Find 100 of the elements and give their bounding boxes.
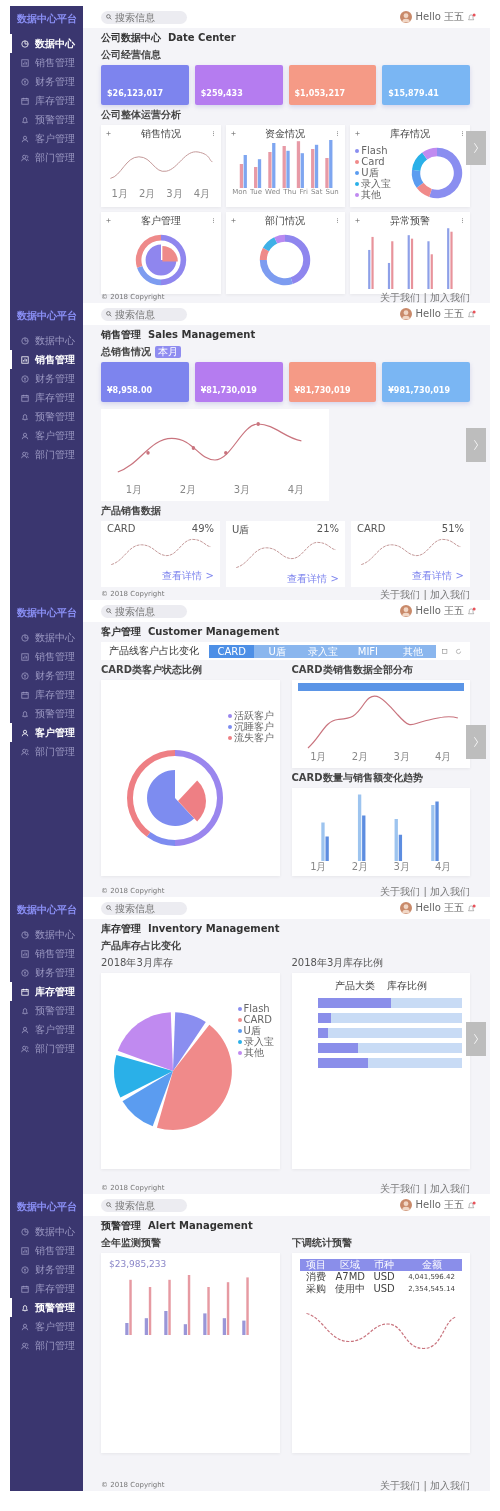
product-tab[interactable]: 其他 [390, 644, 437, 658]
axis-label: 3月 [393, 861, 410, 872]
bell-icon [21, 1303, 29, 1312]
search-icon [106, 311, 112, 317]
period-dropdown[interactable]: 本月 [155, 346, 181, 358]
nav-item[interactable]: 销售管理 [10, 1241, 83, 1260]
person-icon [21, 1025, 29, 1034]
nav-item[interactable]: 数据中心 [10, 925, 83, 944]
people-icon [21, 1341, 29, 1350]
nav-item[interactable]: 财务管理 [10, 1260, 83, 1279]
legend-label: 其他 [361, 189, 382, 200]
nav-item[interactable]: 库存管理 [10, 388, 83, 407]
nav-item[interactable]: 部门管理 [10, 148, 83, 167]
nav-item[interactable]: 部门管理 [10, 742, 83, 761]
axis-label: 4月 [435, 751, 452, 762]
notification-bell-icon[interactable] [467, 309, 476, 319]
plus-icon[interactable] [230, 131, 236, 136]
nav-item[interactable]: 部门管理 [10, 1039, 83, 1058]
chevron-right-icon [472, 140, 480, 156]
product-tab[interactable]: CARD [209, 644, 255, 658]
user-greeting[interactable]: Hello 王五 [415, 307, 464, 321]
nav-item[interactable]: 数据中心 [10, 1222, 83, 1241]
search-field[interactable]: 搜索信息 [101, 10, 187, 24]
footer-links[interactable]: 关于我们 | 加入我们 [380, 1182, 470, 1194]
legend-label: 其他 [243, 1047, 264, 1058]
legend-label: 沉睡客户 [233, 721, 274, 732]
calendar-icon [21, 690, 29, 699]
plus-icon[interactable] [106, 131, 111, 136]
legend-label: 活跃客户 [233, 710, 274, 721]
notification-bell-icon[interactable] [467, 12, 476, 22]
avatar[interactable] [400, 605, 413, 617]
product-tab[interactable]: 录入宝 [299, 644, 346, 658]
avatar[interactable] [400, 902, 413, 914]
axis-label: 2月 [179, 484, 197, 495]
nav-item[interactable]: 客户管理 [10, 129, 83, 148]
stat-value: $259,433 [200, 89, 243, 98]
nav-item[interactable]: 库存管理 [10, 91, 83, 110]
details-link[interactable]: 查看详情 > [287, 573, 339, 585]
more-icon[interactable] [210, 218, 216, 223]
plus-icon[interactable] [355, 218, 361, 223]
notification-bell-icon[interactable] [467, 903, 476, 913]
nav-item[interactable]: 客户管理 [10, 426, 83, 445]
nav-item[interactable]: 预警管理 [10, 110, 83, 129]
legend-label: CARD [243, 1014, 272, 1025]
more-icon[interactable] [460, 131, 465, 136]
people-icon [21, 450, 29, 459]
footer-links[interactable]: 关于我们 | 加入我们 [380, 1479, 470, 1491]
plus-icon[interactable] [106, 218, 111, 223]
nav-item[interactable]: 财务管理 [10, 369, 83, 388]
plus-icon[interactable] [230, 218, 236, 223]
refresh-icon[interactable] [455, 647, 462, 655]
chart-icon [21, 652, 29, 661]
notification-bell-icon[interactable] [467, 1200, 476, 1210]
footer-links[interactable]: 关于我们 | 加入我们 [380, 885, 470, 897]
nav-item[interactable]: 财务管理 [10, 963, 83, 982]
nav-item[interactable]: 预警管理 [10, 407, 83, 426]
nav-item[interactable]: 财务管理 [10, 72, 83, 91]
chevron-right-icon [472, 1031, 480, 1047]
avatar[interactable] [400, 1199, 413, 1211]
pie-icon [21, 633, 29, 642]
nav-item[interactable]: 销售管理 [10, 53, 83, 72]
nav-item[interactable]: 客户管理 [10, 1020, 83, 1039]
search-field[interactable]: 搜索信息 [101, 604, 187, 618]
nav-item[interactable]: 客户管理 [10, 1317, 83, 1336]
axis-label: 1月 [111, 188, 128, 199]
nav-item[interactable]: 预警管理 [10, 704, 83, 723]
nav-item[interactable]: 财务管理 [10, 666, 83, 685]
nav-item[interactable]: 数据中心 [10, 628, 83, 647]
nav-item[interactable]: 销售管理 [10, 647, 83, 666]
more-icon[interactable] [335, 131, 341, 136]
product-tab[interactable]: MIFI [345, 644, 391, 658]
nav-item[interactable]: 库存管理 [10, 1279, 83, 1298]
product-tab[interactable]: U盾 [254, 644, 300, 658]
footer-links[interactable]: 关于我们 | 加入我们 [380, 291, 470, 303]
user-greeting[interactable]: Hello 王五 [415, 901, 464, 915]
more-icon[interactable] [210, 131, 216, 136]
search-field[interactable]: 搜索信息 [101, 307, 187, 321]
details-link[interactable]: 查看详情 > [162, 570, 214, 582]
user-greeting[interactable]: Hello 王五 [415, 604, 464, 618]
nav-item[interactable]: 预警管理 [10, 1001, 83, 1020]
more-icon[interactable] [460, 218, 465, 223]
user-greeting[interactable]: Hello 王五 [415, 10, 464, 24]
nav-item[interactable]: 库存管理 [10, 685, 83, 704]
details-link[interactable]: 查看详情 > [412, 570, 464, 582]
panel-title: 资金情况 [265, 126, 306, 141]
nav-item[interactable]: 数据中心 [10, 331, 83, 350]
nav-item[interactable]: 销售管理 [10, 944, 83, 963]
footer-links[interactable]: 关于我们 | 加入我们 [380, 588, 470, 600]
search-field[interactable]: 搜索信息 [101, 901, 187, 915]
brand-title: 数据中心平台 [15, 606, 78, 620]
plus-icon[interactable] [355, 131, 361, 136]
copy-icon[interactable] [442, 647, 449, 655]
nav-item[interactable]: 部门管理 [10, 445, 83, 464]
more-icon[interactable] [335, 218, 341, 223]
notification-bell-icon[interactable] [467, 606, 476, 616]
nav-item[interactable]: 部门管理 [10, 1336, 83, 1355]
avatar[interactable] [400, 308, 413, 320]
search-field[interactable]: 搜索信息 [101, 1198, 187, 1212]
avatar[interactable] [400, 11, 413, 23]
user-greeting[interactable]: Hello 王五 [415, 1198, 464, 1212]
